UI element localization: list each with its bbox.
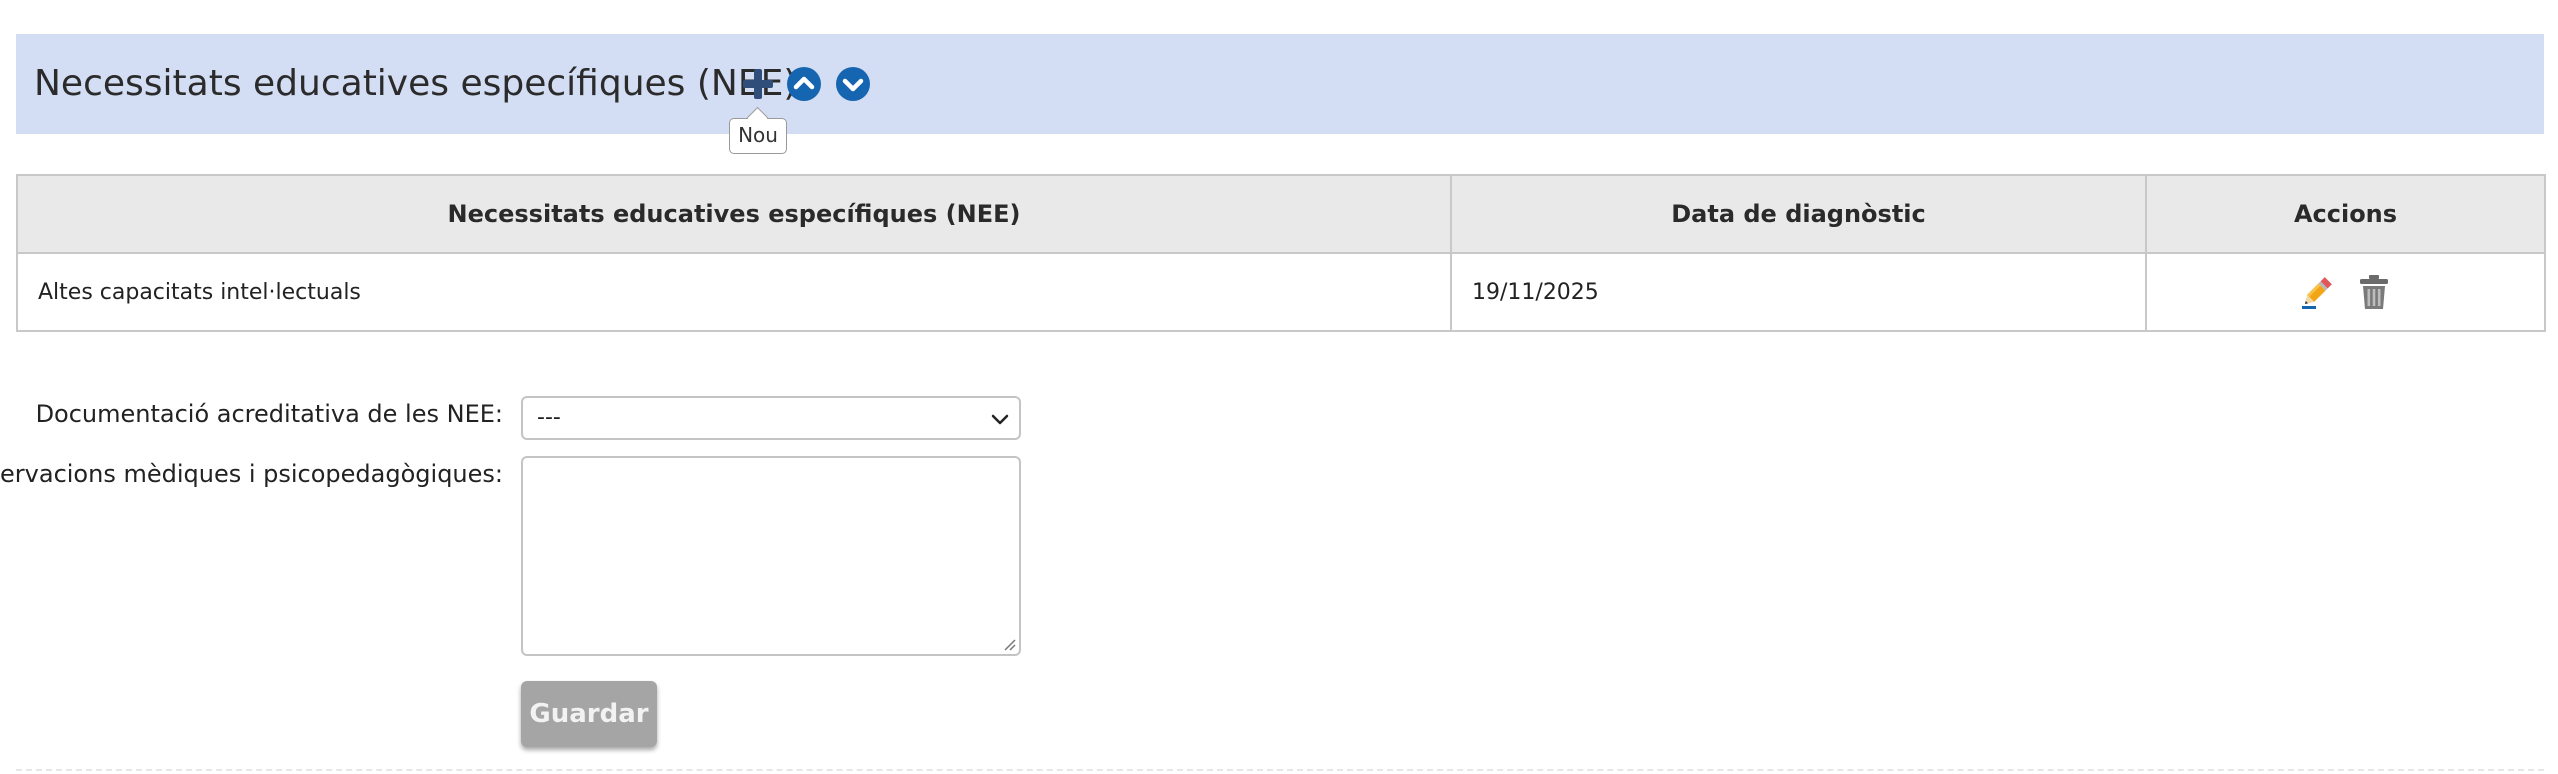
add-tooltip: Nou bbox=[729, 118, 787, 154]
cell-date: 19/11/2025 bbox=[1450, 252, 2147, 332]
observations-label: Observacions mèdiques i psicopedagògique… bbox=[0, 460, 503, 488]
column-header-date[interactable]: Data de diagnòstic bbox=[1450, 174, 2147, 254]
trash-delete-icon[interactable] bbox=[2355, 273, 2393, 311]
chevron-down-circle-icon bbox=[836, 67, 870, 101]
page: Necessitats educatives específiques (NEE… bbox=[0, 0, 2558, 774]
bottom-divider bbox=[16, 769, 2544, 771]
cell-nee: Altes capacitats intel·lectuals bbox=[16, 252, 1452, 332]
column-header-actions: Accions bbox=[2145, 174, 2546, 254]
table-header-row: Necessitats educatives específiques (NEE… bbox=[16, 174, 2546, 254]
add-nee-button[interactable] bbox=[738, 64, 778, 104]
resize-grip-icon[interactable] bbox=[1002, 637, 1016, 651]
nee-table: Necessitats educatives específiques (NEE… bbox=[16, 174, 2546, 332]
chevron-up-circle-icon bbox=[787, 67, 821, 101]
chevron-down-icon bbox=[991, 414, 1009, 425]
section-header: Necessitats educatives específiques (NEE… bbox=[16, 34, 2544, 134]
column-header-nee[interactable]: Necessitats educatives específiques (NEE… bbox=[16, 174, 1452, 254]
save-button[interactable]: Guardar bbox=[521, 681, 657, 747]
documentation-select[interactable]: --- bbox=[521, 396, 1021, 440]
cell-actions bbox=[2145, 252, 2546, 332]
pencil-edit-icon[interactable] bbox=[2298, 273, 2336, 311]
documentation-select-value: --- bbox=[537, 405, 561, 430]
plus-icon bbox=[743, 69, 773, 99]
documentation-label: Documentació acreditativa de les NEE: bbox=[35, 400, 503, 428]
table-row: Altes capacitats intel·lectuals 19/11/20… bbox=[16, 252, 2546, 332]
collapse-up-button[interactable] bbox=[786, 66, 822, 102]
expand-down-button[interactable] bbox=[835, 66, 871, 102]
section-title: Necessitats educatives específiques (NEE… bbox=[34, 63, 798, 104]
observations-textarea[interactable] bbox=[521, 456, 1021, 656]
